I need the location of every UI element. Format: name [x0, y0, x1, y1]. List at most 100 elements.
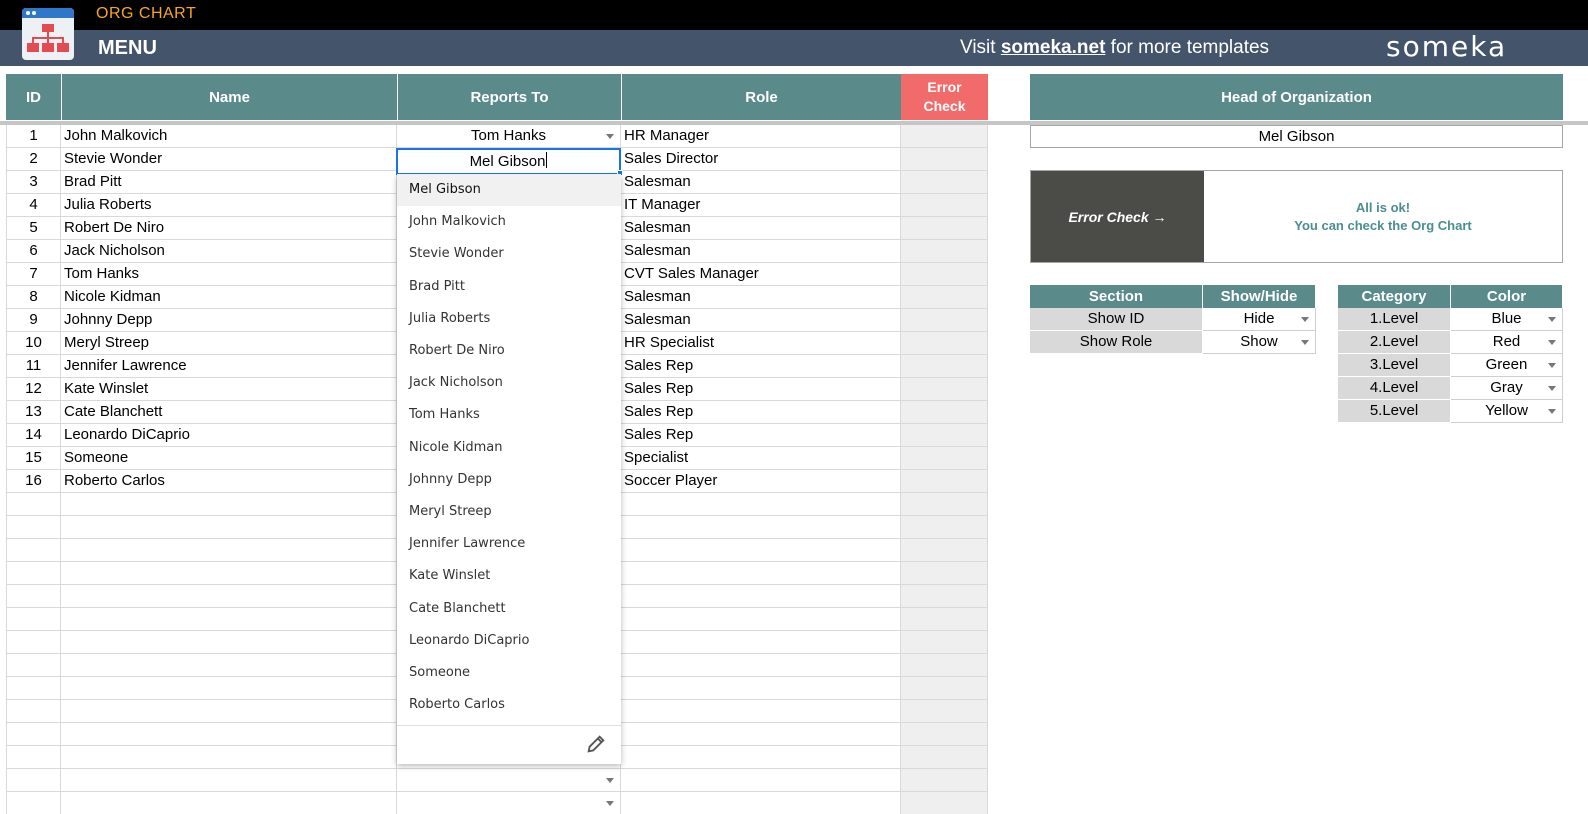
chevron-down-icon[interactable] — [1548, 340, 1556, 345]
role-cell[interactable] — [621, 769, 901, 791]
role-cell[interactable]: Sales Rep — [621, 378, 901, 400]
sections-select[interactable]: Hide — [1203, 308, 1316, 331]
name-cell[interactable]: Someone — [61, 447, 397, 469]
chevron-down-icon[interactable] — [1548, 409, 1556, 414]
categories-select[interactable]: Red — [1451, 331, 1563, 354]
role-cell[interactable]: CVT Sales Manager — [621, 263, 901, 285]
name-cell[interactable] — [61, 700, 397, 722]
name-cell[interactable]: Jennifer Lawrence — [61, 355, 397, 377]
id-cell[interactable] — [6, 631, 61, 653]
name-cell[interactable] — [61, 631, 397, 653]
id-cell[interactable] — [6, 562, 61, 584]
id-cell[interactable] — [6, 539, 61, 561]
role-cell[interactable] — [621, 677, 901, 699]
name-cell[interactable] — [61, 769, 397, 791]
id-cell[interactable]: 16 — [6, 470, 61, 492]
dropdown-option[interactable]: Stevie Wonder — [397, 238, 621, 270]
role-cell[interactable] — [621, 631, 901, 653]
role-cell[interactable] — [621, 792, 901, 814]
name-cell[interactable]: Cate Blanchett — [61, 401, 397, 423]
name-cell[interactable] — [61, 516, 397, 538]
id-cell[interactable]: 15 — [6, 447, 61, 469]
role-cell[interactable] — [621, 746, 901, 768]
role-cell[interactable]: HR Specialist — [621, 332, 901, 354]
name-cell[interactable] — [61, 654, 397, 676]
role-cell[interactable] — [621, 585, 901, 607]
categories-select[interactable]: Yellow — [1451, 400, 1563, 423]
id-cell[interactable]: 6 — [6, 240, 61, 262]
role-cell[interactable]: Sales Rep — [621, 424, 901, 446]
name-cell[interactable]: Nicole Kidman — [61, 286, 397, 308]
id-cell[interactable]: 4 — [6, 194, 61, 216]
dropdown-option[interactable]: Roberto Carlos — [397, 689, 621, 721]
id-cell[interactable]: 1 — [6, 125, 61, 147]
dropdown-option[interactable]: Kate Winslet — [397, 560, 621, 592]
id-cell[interactable] — [6, 654, 61, 676]
role-cell[interactable]: Sales Rep — [621, 355, 901, 377]
id-cell[interactable] — [6, 585, 61, 607]
name-cell[interactable]: Stevie Wonder — [61, 148, 397, 170]
dropdown-option[interactable]: Cate Blanchett — [397, 593, 621, 625]
name-cell[interactable] — [61, 585, 397, 607]
id-cell[interactable] — [6, 746, 61, 768]
dropdown-option[interactable]: Jennifer Lawrence — [397, 528, 621, 560]
id-cell[interactable] — [6, 700, 61, 722]
id-cell[interactable]: 8 — [6, 286, 61, 308]
id-cell[interactable] — [6, 792, 61, 814]
name-cell[interactable]: Roberto Carlos — [61, 470, 397, 492]
id-cell[interactable] — [6, 769, 61, 791]
name-cell[interactable] — [61, 493, 397, 515]
dropdown-option[interactable]: Johnny Depp — [397, 464, 621, 496]
dropdown-option[interactable]: Robert De Niro — [397, 335, 621, 367]
reports-to-cell[interactable] — [397, 769, 621, 791]
dropdown-option[interactable]: Someone — [397, 657, 621, 689]
role-cell[interactable] — [621, 562, 901, 584]
categories-select[interactable]: Gray — [1451, 377, 1563, 400]
pencil-icon[interactable] — [585, 733, 607, 755]
chevron-down-icon[interactable] — [606, 134, 614, 139]
id-cell[interactable]: 7 — [6, 263, 61, 285]
id-cell[interactable]: 14 — [6, 424, 61, 446]
name-cell[interactable] — [61, 539, 397, 561]
dropdown-option[interactable]: John Malkovich — [397, 206, 621, 238]
id-cell[interactable]: 2 — [6, 148, 61, 170]
categories-select[interactable]: Blue — [1451, 308, 1563, 331]
name-cell[interactable] — [61, 792, 397, 814]
someka-link[interactable]: someka.net — [1001, 37, 1106, 58]
name-cell[interactable]: Robert De Niro — [61, 217, 397, 239]
id-cell[interactable]: 3 — [6, 171, 61, 193]
name-cell[interactable] — [61, 723, 397, 745]
role-cell[interactable]: Sales Rep — [621, 401, 901, 423]
role-cell[interactable] — [621, 516, 901, 538]
dropdown-option[interactable]: Julia Roberts — [397, 303, 621, 335]
role-cell[interactable]: Soccer Player — [621, 470, 901, 492]
id-cell[interactable]: 9 — [6, 309, 61, 331]
head-of-org-cell[interactable]: Mel Gibson — [1030, 125, 1563, 148]
name-cell[interactable]: Brad Pitt — [61, 171, 397, 193]
name-cell[interactable]: Tom Hanks — [61, 263, 397, 285]
reports-to-cell[interactable] — [397, 792, 621, 814]
name-cell[interactable]: Julia Roberts — [61, 194, 397, 216]
categories-select[interactable]: Green — [1451, 354, 1563, 377]
role-cell[interactable] — [621, 700, 901, 722]
name-cell[interactable] — [61, 562, 397, 584]
role-cell[interactable] — [621, 654, 901, 676]
chevron-down-icon[interactable] — [606, 778, 614, 783]
dropdown-option[interactable]: Nicole Kidman — [397, 432, 621, 464]
name-cell[interactable] — [61, 746, 397, 768]
id-cell[interactable]: 11 — [6, 355, 61, 377]
dropdown-option[interactable]: Meryl Streep — [397, 496, 621, 528]
role-cell[interactable] — [621, 723, 901, 745]
role-cell[interactable]: IT Manager — [621, 194, 901, 216]
id-cell[interactable] — [6, 516, 61, 538]
role-cell[interactable]: Sales Director — [621, 148, 901, 170]
dropdown-option[interactable]: Jack Nicholson — [397, 367, 621, 399]
id-cell[interactable] — [6, 493, 61, 515]
chevron-down-icon[interactable] — [606, 801, 614, 806]
name-cell[interactable]: Johnny Depp — [61, 309, 397, 331]
name-cell[interactable] — [61, 608, 397, 630]
id-cell[interactable] — [6, 677, 61, 699]
role-cell[interactable]: Salesman — [621, 217, 901, 239]
id-cell[interactable]: 13 — [6, 401, 61, 423]
role-cell[interactable]: Salesman — [621, 171, 901, 193]
